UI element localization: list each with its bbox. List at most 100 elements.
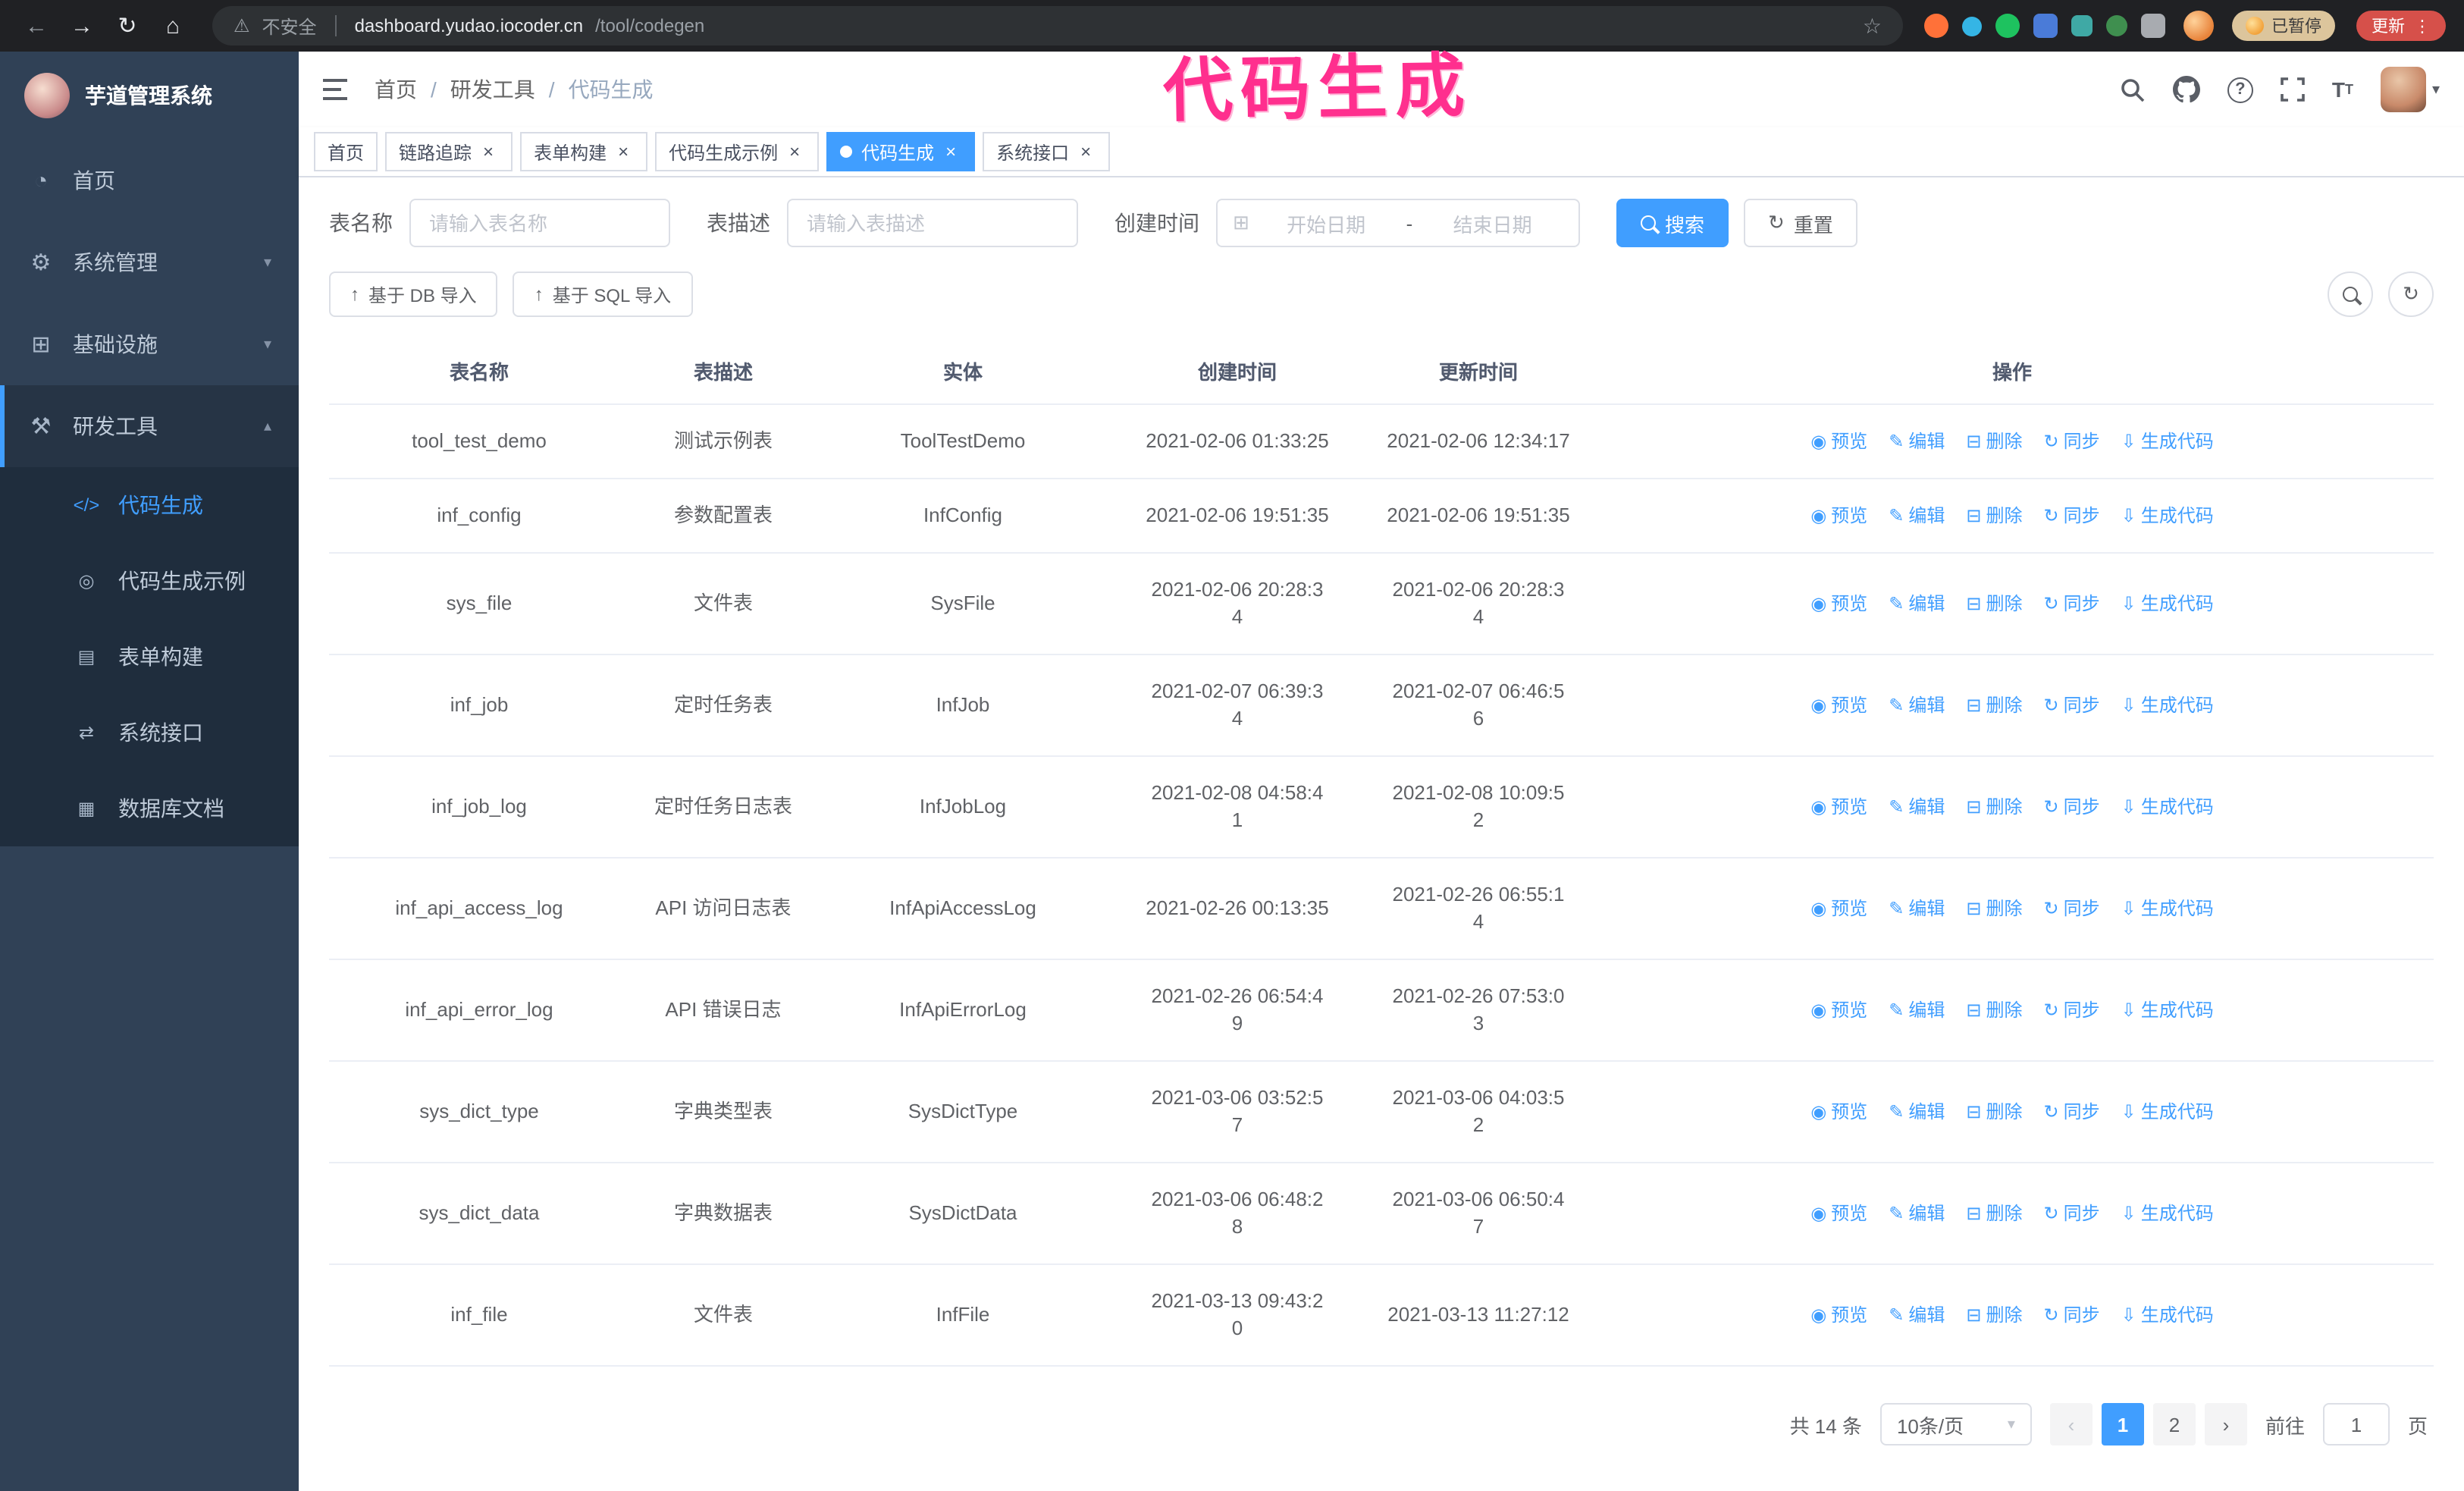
- breadcrumb-home[interactable]: 首页: [375, 74, 417, 105]
- hamburger-icon[interactable]: [323, 77, 350, 102]
- edit-link[interactable]: 编辑: [1889, 428, 1945, 455]
- generate-code-link[interactable]: 生成代码: [2121, 793, 2214, 821]
- refresh-table-button[interactable]: [2388, 272, 2434, 317]
- delete-link[interactable]: 删除: [1966, 502, 2022, 529]
- edit-link[interactable]: 编辑: [1889, 1301, 1945, 1329]
- generate-code-link[interactable]: 生成代码: [2121, 692, 2214, 719]
- sync-link[interactable]: 同步: [2044, 997, 2100, 1024]
- extension-icon[interactable]: [2033, 14, 2058, 38]
- preview-link[interactable]: 预览: [1810, 692, 1867, 719]
- page-size-select[interactable]: 10条/页 ▾: [1879, 1403, 2032, 1445]
- preview-link[interactable]: 预览: [1810, 1200, 1867, 1227]
- extension-icon[interactable]: [1924, 14, 1948, 38]
- extension-icon[interactable]: [1962, 16, 1982, 36]
- edit-link[interactable]: 编辑: [1889, 793, 1945, 821]
- generate-code-link[interactable]: 生成代码: [2121, 590, 2214, 617]
- reset-button[interactable]: 重置: [1744, 199, 1857, 247]
- edit-link[interactable]: 编辑: [1889, 997, 1945, 1024]
- preview-link[interactable]: 预览: [1810, 895, 1867, 922]
- tab-api[interactable]: 系统接口: [983, 132, 1111, 171]
- generate-code-link[interactable]: 生成代码: [2121, 1098, 2214, 1125]
- edit-link[interactable]: 编辑: [1889, 590, 1945, 617]
- forward-icon[interactable]: →: [64, 8, 100, 44]
- generate-code-link[interactable]: 生成代码: [2121, 895, 2214, 922]
- edit-link[interactable]: 编辑: [1889, 502, 1945, 529]
- sidebar-item-home[interactable]: ◔ 首页: [0, 140, 299, 221]
- extension-icon[interactable]: [2071, 15, 2093, 36]
- prev-page-button[interactable]: ‹: [2049, 1403, 2093, 1445]
- github-icon[interactable]: [2172, 76, 2200, 103]
- generate-code-link[interactable]: 生成代码: [2121, 997, 2214, 1024]
- sidebar-item-codegen[interactable]: </> 代码生成: [0, 467, 299, 543]
- app-logo[interactable]: 芋道管理系统: [0, 52, 299, 140]
- address-bar[interactable]: ⚠ 不安全 dashboard.yudao.iocoder.cn/tool/co…: [212, 6, 1903, 46]
- edit-link[interactable]: 编辑: [1889, 1098, 1945, 1125]
- breadcrumb-devtools[interactable]: 研发工具: [450, 74, 535, 105]
- preview-link[interactable]: 预览: [1810, 1098, 1867, 1125]
- preview-link[interactable]: 预览: [1810, 590, 1867, 617]
- import-sql-button[interactable]: 基于 SQL 导入: [513, 272, 693, 317]
- delete-link[interactable]: 删除: [1966, 428, 2022, 455]
- generate-code-link[interactable]: 生成代码: [2121, 502, 2214, 529]
- close-icon[interactable]: [784, 141, 805, 162]
- import-db-button[interactable]: 基于 DB 导入: [329, 272, 498, 317]
- close-icon[interactable]: [478, 141, 499, 162]
- sync-link[interactable]: 同步: [2044, 428, 2100, 455]
- goto-page-input[interactable]: [2322, 1403, 2390, 1445]
- preview-link[interactable]: 预览: [1810, 502, 1867, 529]
- chrome-update-button[interactable]: 更新 ⋮: [2356, 11, 2446, 41]
- preview-link[interactable]: 预览: [1810, 793, 1867, 821]
- toggle-search-button[interactable]: [2328, 272, 2373, 317]
- edit-link[interactable]: 编辑: [1889, 692, 1945, 719]
- tab-home[interactable]: 首页: [314, 132, 378, 171]
- fullscreen-icon[interactable]: [2281, 77, 2305, 102]
- tab-codegen-demo[interactable]: 代码生成示例: [655, 132, 820, 171]
- sync-link[interactable]: 同步: [2044, 692, 2100, 719]
- edit-link[interactable]: 编辑: [1889, 1200, 1945, 1227]
- delete-link[interactable]: 删除: [1966, 793, 2022, 821]
- page-button-1[interactable]: 1: [2101, 1403, 2144, 1445]
- delete-link[interactable]: 删除: [1966, 590, 2022, 617]
- user-avatar[interactable]: ▾: [2380, 67, 2440, 112]
- sidebar-item-codegen-demo[interactable]: ◎ 代码生成示例: [0, 543, 299, 619]
- delete-link[interactable]: 删除: [1966, 895, 2022, 922]
- extension-icon[interactable]: [1995, 14, 2020, 38]
- home-icon[interactable]: ⌂: [155, 8, 191, 44]
- sidebar-item-system[interactable]: ⚙ 系统管理 ▾: [0, 221, 299, 303]
- sidebar-item-infra[interactable]: ⊞ 基础设施 ▾: [0, 303, 299, 385]
- preview-link[interactable]: 预览: [1810, 428, 1867, 455]
- help-icon[interactable]: [2227, 77, 2253, 102]
- back-icon[interactable]: ←: [18, 8, 55, 44]
- sync-link[interactable]: 同步: [2044, 793, 2100, 821]
- search-button[interactable]: 搜索: [1616, 199, 1729, 247]
- tab-form-builder[interactable]: 表单构建: [520, 132, 648, 171]
- edit-link[interactable]: 编辑: [1889, 895, 1945, 922]
- generate-code-link[interactable]: 生成代码: [2121, 1301, 2214, 1329]
- generate-code-link[interactable]: 生成代码: [2121, 428, 2214, 455]
- tab-codegen[interactable]: 代码生成: [826, 132, 976, 171]
- sidebar-item-db-doc[interactable]: ▦ 数据库文档: [0, 771, 299, 846]
- search-icon[interactable]: [2120, 77, 2146, 102]
- sync-link[interactable]: 同步: [2044, 590, 2100, 617]
- page-button-2[interactable]: 2: [2152, 1403, 2196, 1445]
- font-size-icon[interactable]: TT: [2332, 77, 2353, 102]
- puzzle-extensions-icon[interactable]: [2141, 14, 2165, 38]
- close-icon[interactable]: [613, 141, 634, 162]
- delete-link[interactable]: 删除: [1966, 997, 2022, 1024]
- preview-link[interactable]: 预览: [1810, 1301, 1867, 1329]
- sync-link[interactable]: 同步: [2044, 502, 2100, 529]
- paused-badge[interactable]: 已暂停: [2232, 11, 2335, 41]
- date-range-picker[interactable]: ⊞ 开始日期 - 结束日期: [1216, 199, 1580, 247]
- sync-link[interactable]: 同步: [2044, 895, 2100, 922]
- delete-link[interactable]: 删除: [1966, 692, 2022, 719]
- delete-link[interactable]: 删除: [1966, 1098, 2022, 1125]
- table-name-input[interactable]: [409, 199, 670, 247]
- sync-link[interactable]: 同步: [2044, 1301, 2100, 1329]
- next-page-button[interactable]: ›: [2204, 1403, 2247, 1445]
- sidebar-item-api[interactable]: ⇄ 系统接口: [0, 695, 299, 771]
- delete-link[interactable]: 删除: [1966, 1301, 2022, 1329]
- sidebar-item-form-builder[interactable]: ▤ 表单构建: [0, 619, 299, 695]
- preview-link[interactable]: 预览: [1810, 997, 1867, 1024]
- delete-link[interactable]: 删除: [1966, 1200, 2022, 1227]
- generate-code-link[interactable]: 生成代码: [2121, 1200, 2214, 1227]
